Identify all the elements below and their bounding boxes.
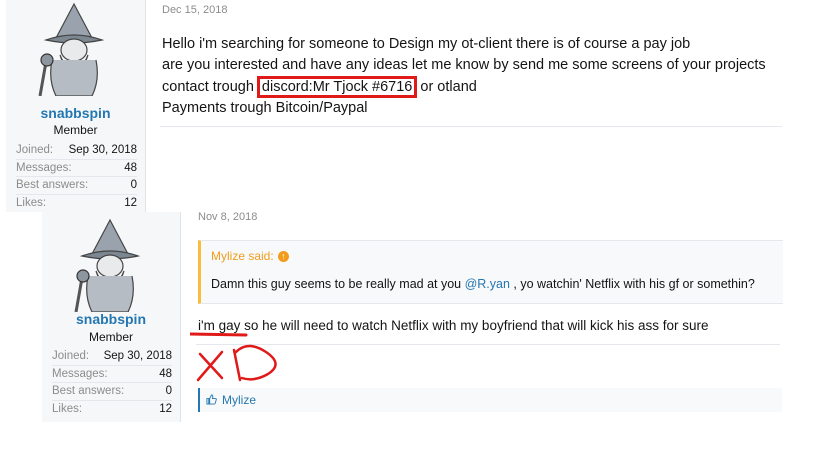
stat-best-answers: Best answers: 0: [52, 383, 172, 401]
stat-label: Joined:: [16, 144, 54, 156]
stat-label: Messages:: [52, 367, 108, 380]
quote-author[interactable]: Mylize said:: [211, 249, 274, 263]
stat-value: Sep 30, 2018: [68, 144, 137, 156]
stat-value: 12: [159, 402, 172, 415]
username[interactable]: snabbspin: [6, 105, 145, 121]
post-2-user-panel: snabbspin Member Joined: Sep 30, 2018 Me…: [42, 212, 181, 422]
stat-likes: Likes: 12: [52, 401, 172, 418]
like-icon[interactable]: [206, 394, 217, 405]
reactions-bar: Mylize: [198, 388, 782, 412]
post-date[interactable]: Nov 8, 2018: [198, 211, 257, 223]
avatar[interactable]: [26, 0, 122, 96]
contact-line: contact trough discord:Mr Tjock #6716 or…: [162, 76, 766, 98]
quote-text-after: , yo watchin' Netflix with his gf or som…: [509, 277, 755, 291]
post-divider: [160, 126, 782, 127]
post-1-user-panel: snabbspin Member Joined: Sep 30, 2018 Me…: [6, 0, 146, 212]
stat-messages: Messages: 48: [16, 160, 137, 177]
stat-label: Likes:: [16, 196, 47, 209]
stat-joined: Joined: Sep 30, 2018: [52, 348, 172, 366]
user-stats: Joined: Sep 30, 2018 Messages: 48 Best a…: [52, 348, 172, 417]
user-stats: Joined: Sep 30, 2018 Messages: 48 Best a…: [16, 142, 137, 211]
stat-label: Best answers:: [16, 179, 89, 191]
stat-value: 0: [165, 385, 172, 397]
stat-label: Messages:: [16, 161, 72, 174]
contact-suffix: or otland: [416, 79, 477, 95]
quote-block: Mylize said: ↑ Damn this guy seems to be …: [198, 240, 783, 304]
quote-text: Damn this guy seems to be really mad at …: [211, 277, 755, 291]
red-scribble-annotation: [190, 332, 277, 382]
username[interactable]: snabbspin: [42, 311, 180, 327]
post-line: Hello i'm searching for someone to Desig…: [162, 36, 691, 52]
stat-value: 0: [130, 179, 137, 191]
avatar[interactable]: [62, 216, 158, 312]
stat-best-answers: Best answers: 0: [16, 177, 137, 195]
user-title: Member: [53, 123, 98, 137]
quote-text-before: Damn this guy seems to be really mad at …: [211, 277, 465, 291]
quote-arrow-icon[interactable]: ↑: [277, 251, 289, 263]
post-line: are you interested and have any ideas le…: [162, 57, 766, 73]
payment-line: Payments trough Bitcoin/Paypal: [162, 100, 368, 116]
user-title: Member: [88, 330, 133, 344]
user-mention[interactable]: @R.yan: [465, 277, 510, 291]
stat-label: Likes:: [52, 402, 83, 415]
reaction-user-link[interactable]: Mylize: [222, 393, 256, 407]
stat-messages: Messages: 48: [52, 366, 172, 383]
stat-value: 48: [159, 367, 172, 380]
stat-value: 12: [124, 196, 137, 209]
stat-joined: Joined: Sep 30, 2018: [16, 142, 137, 160]
stat-likes: Likes: 12: [16, 195, 137, 212]
stat-value: Sep 30, 2018: [103, 350, 172, 362]
stat-value: 48: [124, 161, 137, 174]
stat-label: Joined:: [52, 350, 90, 362]
discord-highlight: discord:Mr Tjock #6716: [256, 76, 418, 98]
post-1-body: Hello i'm searching for someone to Desig…: [162, 34, 766, 119]
post-date[interactable]: Dec 15, 2018: [162, 4, 227, 16]
stat-label: Best answers:: [52, 385, 125, 397]
quote-header[interactable]: Mylize said: ↑: [211, 249, 289, 263]
contact-prefix: contact trough: [162, 79, 258, 95]
